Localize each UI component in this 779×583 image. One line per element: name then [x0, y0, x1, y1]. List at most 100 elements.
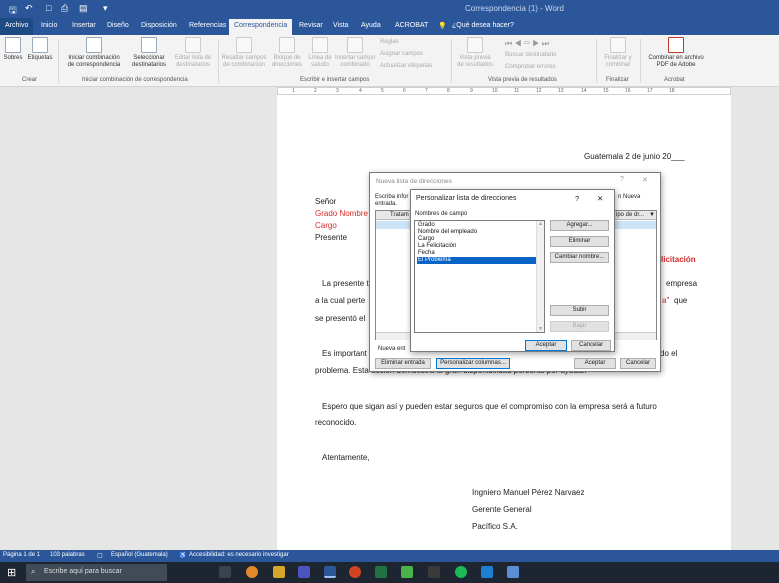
tell-me-box[interactable]: ¿Qué desea hacer?: [452, 22, 514, 29]
close-icon[interactable]: ✕: [642, 176, 648, 184]
tab-inicio[interactable]: Inicio: [41, 22, 57, 29]
list-scrollbar[interactable]: [536, 221, 544, 332]
ruler-tick-label: 7: [425, 88, 428, 94]
field-item-cargo[interactable]: Cargo: [417, 236, 536, 243]
find-recipient-button[interactable]: Buscar destinatario: [505, 52, 556, 58]
tab-disposicion[interactable]: Disposición: [141, 22, 177, 29]
move-down-button[interactable]: Bajar: [550, 321, 609, 332]
tab-correspondencia[interactable]: Correspondencia: [229, 19, 293, 35]
cancel-button[interactable]: Cancelar: [571, 340, 611, 351]
language-indicator[interactable]: Español (Guatemala): [111, 552, 168, 558]
edit-recipient-list-button[interactable]: Editar lista de destinatarios: [173, 37, 213, 69]
insert-merge-field-button[interactable]: Insertar campo combinado: [335, 37, 375, 69]
delete-field-button[interactable]: Eliminar: [550, 236, 609, 247]
horizontal-ruler[interactable]: 1 2 3 4 5 6 7 8 9 10 11 12 13 14 15 16 17 18: [0, 87, 779, 95]
tab-referencias[interactable]: Referencias: [189, 22, 226, 29]
print-preview-icon[interactable]: ⎙: [61, 3, 68, 14]
chrome-icon[interactable]: [246, 566, 258, 578]
quick-access-icon[interactable]: ▤: [79, 3, 88, 14]
paragraph-2-end: que: [674, 296, 688, 305]
field-item-fecha[interactable]: Fecha: [417, 250, 536, 257]
tab-vista[interactable]: Vista: [333, 22, 348, 29]
preview-results-button[interactable]: Vista previa de resultados: [455, 37, 495, 69]
add-field-button[interactable]: Agregar...: [550, 220, 609, 231]
field-item-grado[interactable]: Grado: [417, 222, 536, 229]
word-icon[interactable]: [324, 566, 336, 578]
tab-revisar[interactable]: Revisar: [299, 22, 323, 29]
taskbar-search-box[interactable]: ⌕ Escribe aquí para buscar: [26, 564, 167, 581]
task-view-icon[interactable]: [219, 566, 231, 578]
rename-field-button[interactable]: Cambiar nombre...: [550, 252, 609, 263]
record-navigation[interactable]: ⏮ ◀ ▭ ▶ ⏭: [505, 39, 549, 49]
ruler-tick-label: 18: [669, 88, 675, 94]
field-names-list[interactable]: Grado Nombre del empleado Cargo La Felic…: [414, 220, 545, 333]
customize-columns-button[interactable]: Personalizar columnas...: [436, 358, 510, 369]
tab-acrobat[interactable]: ACROBAT: [395, 22, 428, 29]
word-count[interactable]: 103 palabras: [50, 552, 85, 558]
undo-icon[interactable]: ↶: [25, 3, 33, 14]
app-icon-2[interactable]: [428, 566, 440, 578]
finish-merge-button[interactable]: Finalizar y combinar: [600, 37, 636, 69]
close-icon[interactable]: ✕: [597, 194, 603, 203]
match-fields-button[interactable]: Asignar campos: [380, 51, 423, 57]
help-icon[interactable]: ?: [575, 194, 579, 203]
dialog-description-right: n Nueva: [618, 194, 641, 200]
labels-button[interactable]: Etiquetas: [26, 37, 54, 62]
tab-archivo[interactable]: Archivo: [0, 18, 34, 35]
ruler-tick-label: 6: [403, 88, 406, 94]
cancel-button-back[interactable]: Cancelar: [620, 358, 656, 369]
powerpoint-icon[interactable]: [349, 566, 361, 578]
windows-start-icon[interactable]: ⊞: [7, 566, 16, 579]
check-errors-button[interactable]: Comprobar errores: [505, 64, 556, 70]
scroll-up-icon[interactable]: ▲: [538, 221, 543, 227]
customize-toolbar-icon[interactable]: ▾: [103, 3, 108, 14]
new-document-icon[interactable]: □: [46, 3, 51, 13]
field-item-nombre[interactable]: Nombre del empleado: [417, 229, 536, 236]
field-item-problema[interactable]: El Problema: [417, 257, 536, 264]
tab-insertar[interactable]: Insertar: [72, 22, 96, 29]
proofing-icon[interactable]: ▢: [97, 552, 103, 559]
update-labels-button[interactable]: Actualizar etiquetas: [380, 63, 432, 69]
envelopes-button[interactable]: Sobres: [3, 37, 23, 62]
column-header-tipo[interactable]: ipo de dr...: [616, 212, 644, 218]
file-explorer-icon[interactable]: [273, 566, 285, 578]
spotify-icon[interactable]: [455, 566, 467, 578]
app-icon-3[interactable]: [507, 566, 519, 578]
delete-entry-button[interactable]: Eliminar entrada: [375, 358, 431, 369]
column-dropdown-icon[interactable]: ▼: [649, 212, 655, 218]
ruler-tick-label: 11: [514, 88, 520, 94]
tab-diseno[interactable]: Diseño: [107, 22, 129, 29]
excel-icon[interactable]: [375, 566, 387, 578]
highlight-icon: [236, 37, 252, 53]
address-block-button[interactable]: Bloque de direcciones: [269, 37, 305, 69]
help-icon[interactable]: ?: [620, 176, 624, 183]
teams-icon[interactable]: [298, 566, 310, 578]
save-icon[interactable]: 🖫: [9, 3, 17, 19]
column-header-tratamiento[interactable]: Tratam: [390, 212, 409, 218]
app-icon[interactable]: [401, 566, 413, 578]
ribbon: Sobres Etiquetas Crear Iniciar combinaci…: [0, 35, 779, 87]
greeting-line-button[interactable]: Línea de saludo: [306, 37, 334, 69]
start-mail-merge-button[interactable]: Iniciar combinación de correspondencia: [62, 37, 126, 69]
vscode-icon[interactable]: [481, 566, 493, 578]
page-count[interactable]: Página 1 de 1: [3, 552, 40, 558]
field-item-felicitacion[interactable]: La Felicitación: [417, 243, 536, 250]
tab-ayuda[interactable]: Ayuda: [361, 22, 381, 29]
new-entry-button[interactable]: Nueva ent: [378, 345, 408, 356]
move-up-button[interactable]: Subir: [550, 305, 609, 316]
ruler-tick-label: 17: [647, 88, 653, 94]
ruler-tick-label: 4: [359, 88, 362, 94]
customize-address-list-dialog: Personalizar lista de direcciones ? ✕ No…: [410, 189, 615, 352]
merge-to-pdf-button[interactable]: Combinar en archivo PDF de Adobe: [645, 37, 707, 69]
preview-icon: [467, 37, 483, 53]
ruler-tick-label: 14: [581, 88, 587, 94]
scroll-down-icon[interactable]: ▼: [538, 326, 543, 332]
accept-button[interactable]: Aceptar: [525, 340, 567, 351]
closing: Atentamente,: [322, 453, 370, 462]
salutation: Señor: [315, 197, 337, 206]
accept-button-back[interactable]: Aceptar: [574, 358, 616, 369]
highlight-merge-fields-button[interactable]: Resaltar campos de combinación: [221, 37, 267, 69]
accessibility-status[interactable]: Accesibilidad: es necesario investigar: [189, 552, 289, 558]
rules-button[interactable]: Reglas: [380, 39, 399, 45]
select-recipients-button[interactable]: Seleccionar destinatarios: [127, 37, 171, 69]
